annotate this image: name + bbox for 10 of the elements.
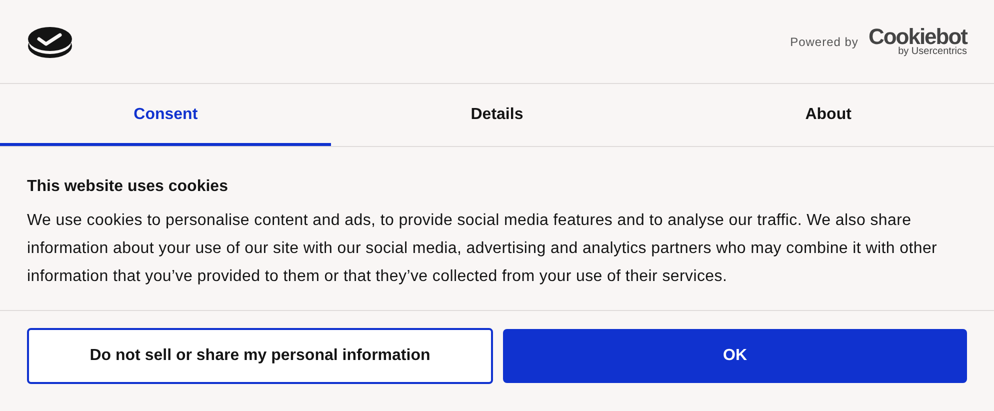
brand-subtitle: by Usercentrics: [898, 47, 967, 57]
dialog-heading: This website uses cookies: [27, 177, 229, 197]
tab[interactable]: Details: [331, 84, 663, 146]
tab[interactable]: Consent: [0, 84, 332, 146]
do-not-sell-button[interactable]: Do not sell or share my personal information: [27, 328, 493, 384]
brand-logo-text: Cookiebot: [868, 26, 967, 48]
powered-by-text: Powered by: [790, 34, 858, 50]
tab[interactable]: About: [662, 84, 994, 146]
ok-button[interactable]: OK: [503, 329, 967, 383]
cookie-description: We use cookies to personalise content and ads, to provide social media features and to analyse our traffic. We also share information about your use of our site with our social media, advertising and analytics partners who may combine it with other information that you’ve provided to them or that they’ve collected from your use of their services.: [27, 211, 938, 287]
